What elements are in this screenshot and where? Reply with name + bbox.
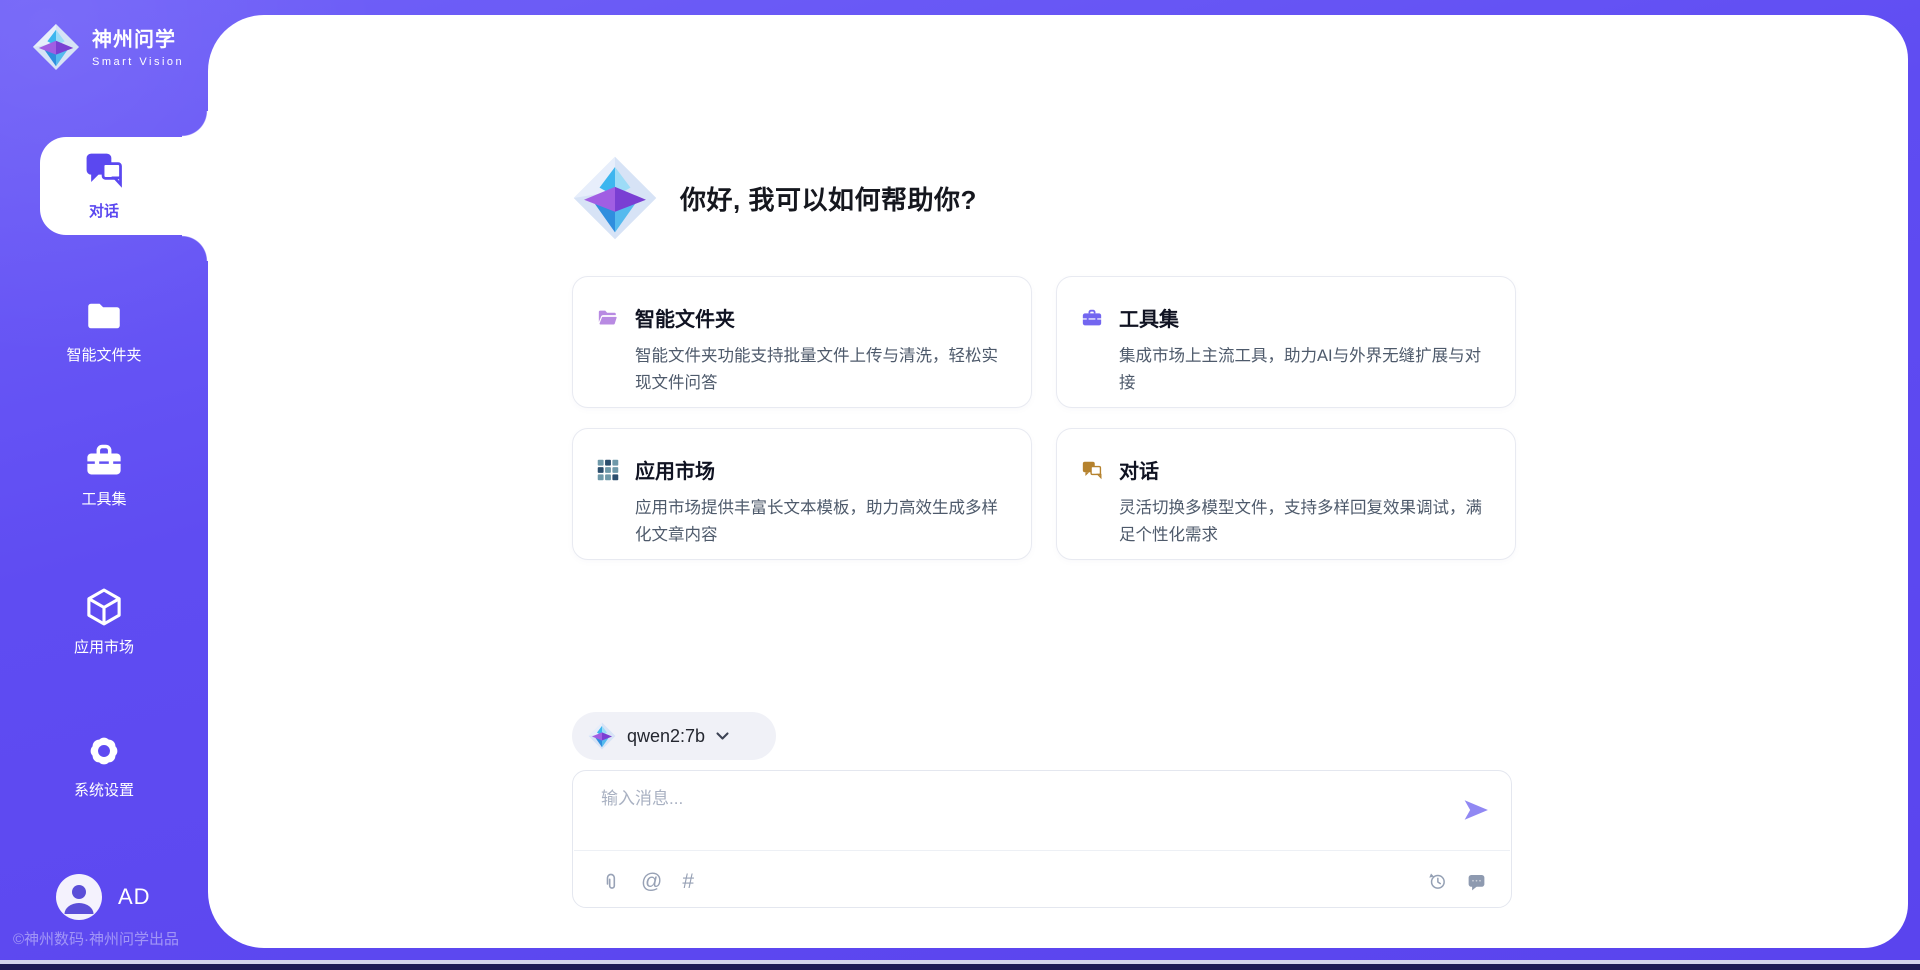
folder-icon (83, 295, 125, 337)
sidebar-item-chat[interactable]: 对话 (0, 149, 208, 221)
card-header: 智能文件夹 (597, 303, 1007, 332)
brand-gem-icon (32, 23, 80, 71)
card-title: 工具集 (1119, 303, 1179, 332)
mention-button[interactable]: @ (641, 871, 662, 892)
gem-icon (588, 722, 616, 750)
card-chat[interactable]: 对话 灵活切换多模型文件，支持多样回复效果调试，满足个性化需求 (1056, 428, 1516, 560)
brand-subtitle: Smart Vision (92, 56, 184, 68)
greeting-block: 你好, 我可以如何帮助你? (572, 155, 977, 241)
sidebar-item-label: 工具集 (81, 488, 126, 509)
brand-name: 神州问学 (92, 23, 184, 52)
brand-text: 神州问学 Smart Vision (92, 23, 184, 68)
sidebar-item-label: 系统设置 (74, 779, 134, 800)
card-header: 应用市场 (597, 455, 1007, 484)
cube-icon (82, 585, 126, 629)
send-icon (1463, 797, 1489, 823)
history-button[interactable] (1427, 871, 1448, 892)
user-account[interactable]: AD (56, 874, 151, 920)
composer-left-tools: @ # (601, 871, 694, 892)
card-description: 应用市场提供丰富长文本模板，助力高效生成多样化文章内容 (635, 495, 1013, 549)
avatar (56, 874, 102, 920)
attach-button[interactable] (601, 872, 621, 892)
toolbox-icon (83, 439, 125, 481)
folder-open-icon (597, 307, 619, 329)
brand: 神州问学 Smart Vision (32, 23, 184, 71)
model-name: qwen2:7b (627, 726, 705, 747)
main-content-panel: 你好, 我可以如何帮助你? 智能文件夹 智能文件夹功能支持批量文件上传与清洗，轻… (208, 15, 1908, 948)
history-icon (1427, 871, 1448, 892)
user-initials: AD (118, 884, 151, 910)
greeting-text: 你好, 我可以如何帮助你? (680, 180, 977, 217)
card-header: 对话 (1081, 455, 1491, 484)
copyright-text: ©神州数码·神州问学出品 (13, 928, 213, 949)
feature-cards: 智能文件夹 智能文件夹功能支持批量文件上传与清洗，轻松实现文件问答 (572, 276, 1516, 560)
paperclip-icon (601, 872, 621, 892)
hash-icon: # (682, 870, 694, 893)
tab-fillet-top (182, 111, 208, 137)
sidebar-item-toolset[interactable]: 工具集 (0, 439, 208, 509)
card-app-market[interactable]: 应用市场 应用市场提供丰富长文本模板，助力高效生成多样化文章内容 (572, 428, 1032, 560)
sidebar-item-label: 智能文件夹 (66, 344, 141, 365)
window-bottom-bar (0, 964, 1920, 970)
model-selector[interactable]: qwen2:7b (572, 712, 776, 760)
card-smart-folder[interactable]: 智能文件夹 智能文件夹功能支持批量文件上传与清洗，轻松实现文件问答 (572, 276, 1032, 408)
app-window: 你好, 我可以如何帮助你? 智能文件夹 智能文件夹功能支持批量文件上传与清洗，轻… (0, 0, 1920, 970)
card-title: 应用市场 (635, 455, 715, 484)
composer-right-tools (1427, 871, 1487, 892)
gem-logo-icon (572, 155, 658, 241)
tab-fillet-bottom (182, 235, 208, 261)
person-icon (56, 874, 102, 920)
gear-icon (83, 730, 125, 772)
sidebar-item-label: 对话 (89, 200, 119, 221)
card-title: 对话 (1119, 455, 1159, 484)
card-title: 智能文件夹 (635, 303, 735, 332)
sidebar-item-label: 应用市场 (74, 636, 134, 657)
message-input[interactable] (601, 784, 1401, 842)
card-toolset[interactable]: 工具集 集成市场上主流工具，助力AI与外界无缝扩展与对接 (1056, 276, 1516, 408)
sidebar-item-app-market[interactable]: 应用市场 (0, 585, 208, 657)
briefcase-icon (1081, 307, 1103, 329)
send-button[interactable] (1463, 797, 1489, 828)
new-chat-button[interactable] (1466, 871, 1487, 892)
card-description: 智能文件夹功能支持批量文件上传与清洗，轻松实现文件问答 (635, 343, 1013, 397)
sidebar-item-settings[interactable]: 系统设置 (0, 730, 208, 800)
card-description: 灵活切换多模型文件，支持多样回复效果调试，满足个性化需求 (1119, 495, 1497, 549)
comment-icon (1466, 871, 1487, 892)
grid-icon (597, 459, 619, 481)
chat-icon (82, 149, 126, 193)
message-composer: @ # (572, 770, 1512, 908)
chevron-down-icon (716, 730, 729, 743)
card-description: 集成市场上主流工具，助力AI与外界无缝扩展与对接 (1119, 343, 1497, 397)
at-icon: @ (641, 870, 662, 893)
composer-divider (574, 850, 1510, 851)
sidebar-item-smart-folder[interactable]: 智能文件夹 (0, 295, 208, 365)
topic-button[interactable]: # (682, 871, 694, 892)
card-header: 工具集 (1081, 303, 1491, 332)
chat-square-icon (1081, 459, 1103, 481)
